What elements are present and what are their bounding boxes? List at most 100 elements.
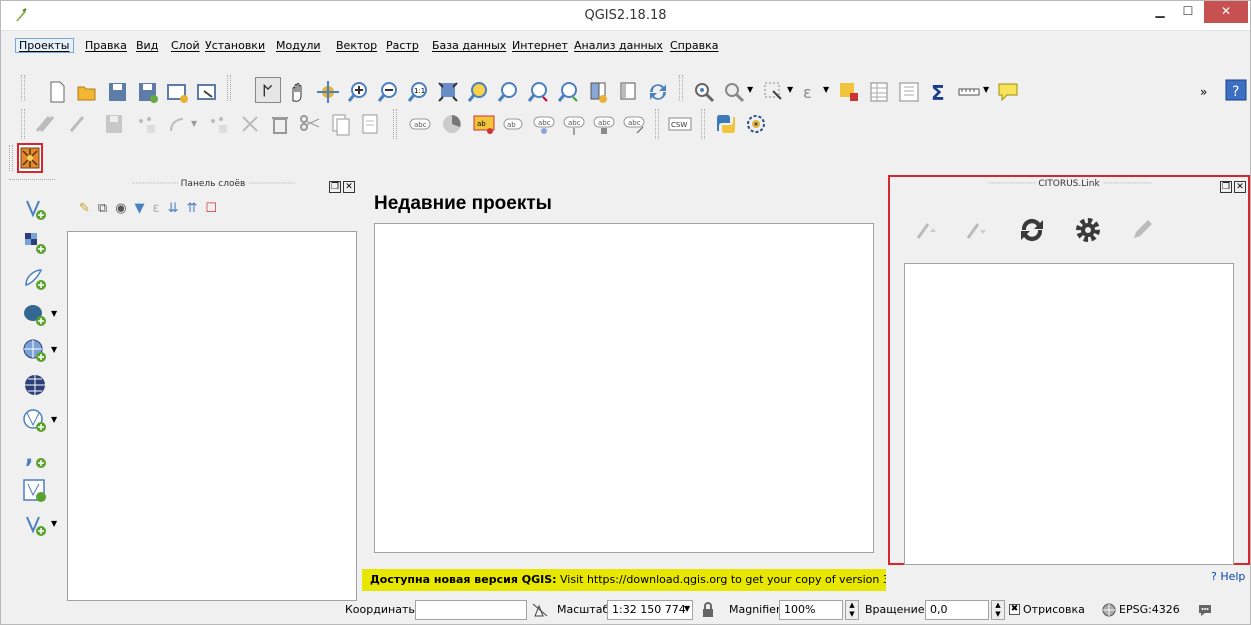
menu-projects[interactable]: Проекты [15,38,74,53]
zoom-native-resolution-icon[interactable]: 1:1 [405,79,431,105]
coordinates-field[interactable] [415,600,527,620]
add-feature-icon[interactable] [133,111,159,137]
close-button[interactable]: ✕ [1204,1,1248,23]
float-panel-button[interactable]: ❐ [1220,181,1232,193]
chevron-down-icon[interactable]: ▼ [51,309,57,318]
pan-to-selection-icon[interactable] [315,79,341,105]
csw-client-icon[interactable]: CSW [667,111,693,137]
run-feature-action-icon[interactable] [721,79,747,105]
refresh-icon[interactable] [645,79,671,105]
toggle-extents-icon[interactable] [531,602,549,618]
move-feature-icon[interactable] [205,111,231,137]
layer-diagram-options-icon[interactable] [439,111,465,137]
magnifier-spin-buttons[interactable]: ▲ ▼ [845,600,859,620]
messages-icon[interactable] [1197,602,1213,618]
map-tips-icon[interactable] [995,79,1021,105]
zoom-in-icon[interactable] [345,79,371,105]
add-circular-string-icon[interactable] [165,111,191,137]
add-spatialite-layer-icon[interactable] [21,265,49,293]
toolbar-grip[interactable] [701,109,705,139]
help-link[interactable]: ? Help [1211,570,1245,583]
open-layer-styling-icon[interactable]: ✎ [79,201,98,216]
close-panel-button[interactable]: ✕ [1234,181,1246,193]
citorus-panel-header[interactable]: ·························· CITORUS.Link … [890,179,1248,197]
minimize-button[interactable]: ▁ [1146,1,1174,23]
toolbar-grip[interactable] [393,109,397,139]
toolbar-grip[interactable] [227,75,231,101]
chevron-down-icon[interactable]: ▼ [823,85,829,94]
add-wfs-layer-icon[interactable] [21,407,49,435]
toolbar-grip[interactable] [21,109,25,139]
magnifier-field[interactable]: 100% [779,600,843,620]
toolbar-grip[interactable] [9,145,13,171]
menu-edit[interactable]: Правка [85,39,127,52]
menu-view[interactable]: Вид [136,39,158,52]
toggle-editing-icon[interactable] [63,111,89,137]
highlight-pinned-labels-icon[interactable]: ab [471,111,497,137]
paste-features-icon[interactable] [357,111,383,137]
menu-vector[interactable]: Вектор [336,39,377,52]
composer-manager-icon[interactable] [194,79,220,105]
expand-all-icon[interactable]: ⇊ [168,201,187,216]
toolbar-grip[interactable] [655,109,659,139]
toolbar-grip[interactable] [9,179,55,183]
menu-plugins[interactable]: Модули [276,39,321,52]
scale-combobox[interactable]: 1:32 150 774 [607,600,693,620]
lock-scale-icon[interactable] [701,601,715,619]
save-project-icon[interactable] [104,79,130,105]
add-raster-layer-icon[interactable] [21,229,49,257]
rotation-spin-buttons[interactable]: ▲ ▼ [991,600,1005,620]
toolbar-grip[interactable] [679,75,683,101]
add-postgis-layer-icon[interactable] [21,301,49,329]
save-as-icon[interactable] [134,79,160,105]
change-label-icon[interactable]: abc [621,111,647,137]
add-group-icon[interactable]: ⧉ [98,201,115,216]
more-tools-icon[interactable]: » [1200,85,1207,99]
zoom-next-icon[interactable] [555,79,581,105]
rotation-field[interactable]: 0,0 [925,600,989,620]
statistical-summary-icon[interactable]: Σ [926,79,952,105]
zoom-full-icon[interactable] [435,79,461,105]
filter-legend-icon[interactable]: ▼ [135,201,153,216]
menu-web[interactable]: Интернет [512,39,568,52]
download-edits-icon[interactable] [958,212,994,248]
sync-refresh-icon[interactable] [1014,212,1050,248]
menu-layer[interactable]: Слой [171,39,200,52]
new-version-notice[interactable]: Доступна новая версия QGIS: Visit https:… [362,569,886,591]
gps-target-icon[interactable] [743,111,769,137]
cut-features-icon[interactable] [297,111,323,137]
float-panel-button[interactable]: ❐ [329,181,341,193]
zoom-out-icon[interactable] [375,79,401,105]
zoom-last-icon[interactable] [525,79,551,105]
filter-by-expression-icon[interactable]: ε [153,201,168,216]
crs-status[interactable]: EPSG:4326 [1119,603,1180,616]
citorus-plugin-button[interactable] [17,143,43,173]
zoom-to-layer-icon[interactable] [495,79,521,105]
chevron-down-icon[interactable]: ▼ [983,85,989,94]
open-project-icon[interactable] [74,79,100,105]
new-print-composer-icon[interactable] [164,79,190,105]
edit-pencil-icon[interactable] [1124,212,1160,248]
chevron-down-icon[interactable]: ▼ [51,519,57,528]
node-tool-icon[interactable] [237,111,263,137]
menu-processing[interactable]: Анализ данных [574,39,663,52]
chevron-down-icon[interactable]: ▼ [684,604,690,613]
maximize-button[interactable]: ☐ [1174,1,1202,23]
add-delimited-text-layer-icon[interactable]: , [21,443,49,471]
layer-labeling-options-icon[interactable]: abc [407,111,433,137]
save-layer-edits-icon[interactable] [101,111,127,137]
toolbar-grip[interactable] [21,75,25,101]
delete-selected-icon[interactable] [267,111,293,137]
add-virtual-layer-icon[interactable] [21,477,49,505]
settings-gear-icon[interactable] [1070,212,1106,248]
close-panel-button[interactable]: ✕ [343,181,355,193]
pin-unpin-labels-icon[interactable]: ab [501,111,527,137]
select-features-icon[interactable] [761,79,787,105]
new-shapefile-layer-icon[interactable] [21,511,49,539]
recent-projects-list[interactable] [374,223,874,553]
upload-edits-icon[interactable] [908,212,944,248]
chevron-down-icon[interactable]: ▼ [51,345,57,354]
current-edits-icon[interactable] [31,111,57,137]
deselect-features-icon[interactable] [836,79,862,105]
add-vector-layer-icon[interactable] [21,195,49,223]
